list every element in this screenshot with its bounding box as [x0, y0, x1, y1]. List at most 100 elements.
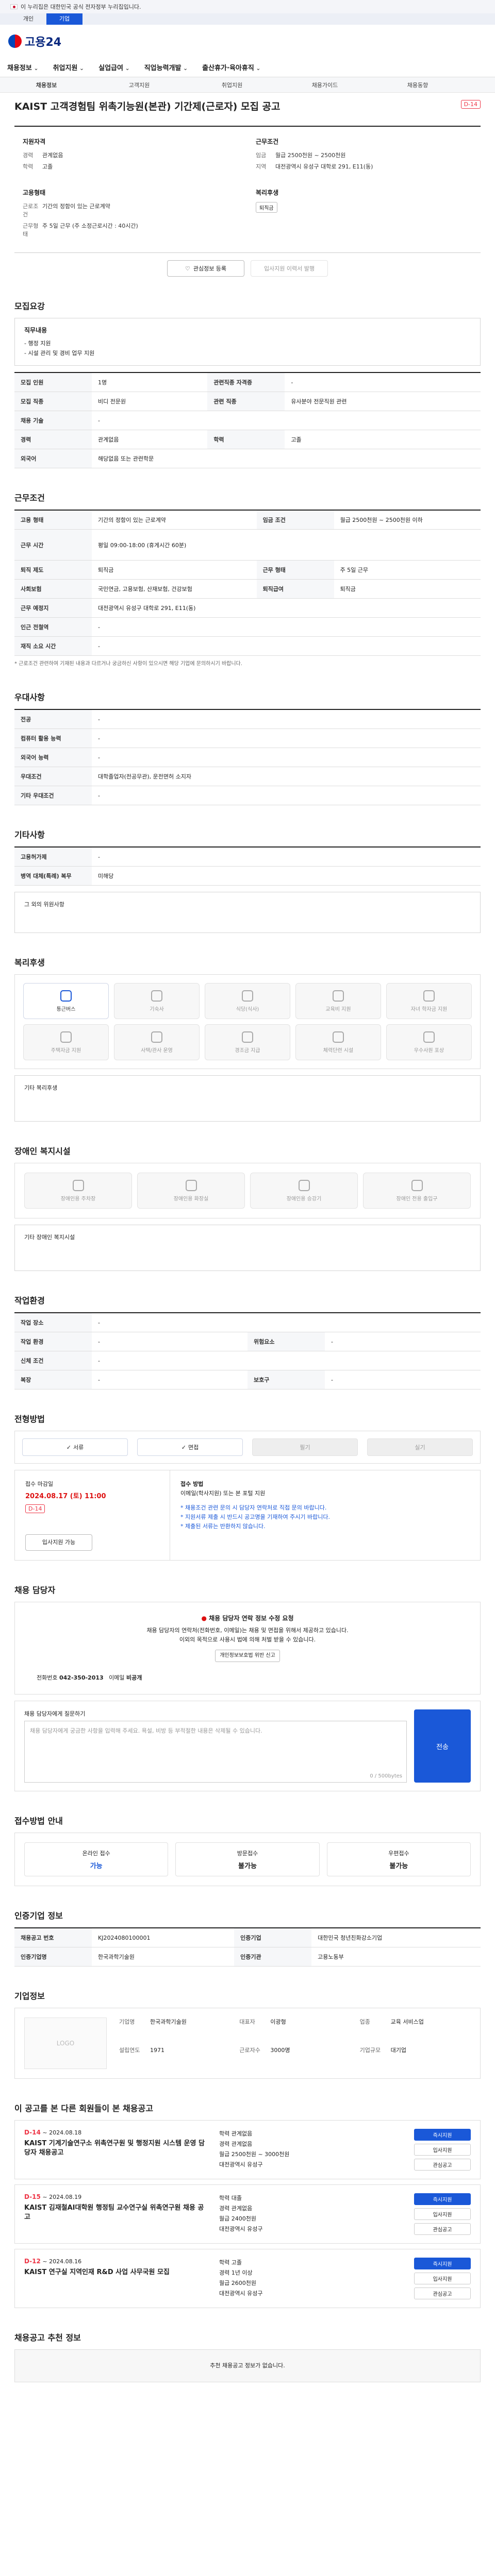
card-meta: 학력 관계없음 [219, 2130, 253, 2137]
action-row: ♡ 관심정보 등록 입사지원 이력서 발행 [14, 260, 481, 277]
apply-button[interactable]: 입사지원 [414, 2208, 471, 2220]
welfare-label: 자녀 학자금 지원 [410, 1006, 448, 1012]
parking-icon [72, 1179, 84, 1191]
table-row: 복장 - 보호구 - [14, 1370, 481, 1389]
quick-apply-button[interactable]: 즉시지원 [414, 2193, 471, 2205]
job-card[interactable]: D-12 ~ 2024.08.16 KAIST 연구실 지역인재 R&D 사업 사… [14, 2249, 481, 2308]
question-input[interactable]: 채용 담당자에게 궁금한 사항을 입력해 주세요. 욕설, 비방 등 부적절한 … [24, 1721, 407, 1783]
company-value: 3000명 [270, 2047, 290, 2054]
summary-value: 대전광역시 유성구 대학로 291, E11(동) [275, 163, 373, 170]
table-head: 근무 시간 [14, 529, 92, 561]
apply-link[interactable]: * 채용조건 관련 문의 시 담당자 연락처로 직접 문의 바랍니다. [180, 1503, 470, 1513]
process-step: ✓ 면접 [137, 1438, 243, 1456]
job-card-main: D-15 ~ 2024.08.19 KAIST 김재철AI대학원 행정팀 교수연구… [24, 2193, 210, 2235]
table-cell: 대전광역시 유성구 대학로 291, E11(동) [92, 598, 481, 618]
method-item: 우편접수 불가능 [326, 1842, 471, 1876]
table-row: 작업 장소 - [14, 1313, 481, 1332]
bookmark-button[interactable]: 관심공고 [414, 2159, 471, 2171]
table-row: 모집 인원 1명 관련직종 자격증 - [14, 372, 481, 392]
table-cell: 기간의 정함이 있는 근로계약 [92, 510, 257, 530]
welfare-label: 우수사원 포상 [414, 1047, 444, 1054]
scrap-button[interactable]: ♡ 관심정보 등록 [167, 260, 244, 277]
summary-value: 주 5일 근무 (주 소정근로시간 : 40시간) [42, 223, 138, 229]
contact-notice-title: 채용 담당자 연락 정보 수정 요청 [209, 1615, 294, 1622]
disabled-label: 장애인용 승강기 [286, 1196, 322, 1202]
card-title[interactable]: KAIST 김재철AI대학원 행정팀 교수연구실 위촉연구원 채용 공고 [24, 2204, 210, 2222]
tab-company[interactable]: 기업 [46, 13, 82, 25]
question-box: 채용 담당자에게 질문하기 채용 담당자에게 궁금한 사항을 입력해 주세요. … [14, 1701, 481, 1791]
send-button[interactable]: 전송 [414, 1709, 471, 1783]
welfare-label: 식당(식사) [236, 1006, 259, 1012]
nav-unemployment[interactable]: 실업급여 [98, 62, 130, 72]
duty-line: - 행정 지원 [24, 340, 51, 347]
quick-apply-button[interactable]: 즉시지원 [414, 2258, 471, 2269]
subnav-item[interactable]: 고객지원 [93, 81, 186, 89]
disabled-item: 장애인용 주차장 [24, 1173, 132, 1209]
section-title: 채용공고 추천 정보 [14, 2333, 81, 2343]
bookmark-button[interactable]: 관심공고 [414, 2287, 471, 2299]
apply-link[interactable]: * 제출된 서류는 반환하지 않습니다. [180, 1522, 470, 1531]
subnav-item[interactable]: 채용동향 [371, 81, 464, 89]
site-logo[interactable]: 고용24 [8, 33, 61, 49]
subnav-item[interactable]: 취업지원 [186, 81, 278, 89]
process-label: 실기 [415, 1444, 425, 1451]
contact-notice-line: 채용 담당자의 연락처(전화번호, 이메일)는 채용 및 면접을 위해서 제공하… [146, 1627, 349, 1634]
apply-button[interactable]: 입사지원 가능 [25, 1534, 92, 1551]
table-head: 학력 [207, 430, 285, 449]
nav-training[interactable]: 직업능력개발 [144, 62, 188, 72]
process-label: 서류 [73, 1444, 84, 1451]
table-cell: - [325, 1332, 481, 1351]
nav-jobs[interactable]: 채용정보 [7, 62, 39, 72]
table-head: 우대조건 [14, 767, 92, 786]
table-cell: - [92, 748, 481, 767]
job-card[interactable]: D-15 ~ 2024.08.19 KAIST 김재철AI대학원 행정팀 교수연구… [14, 2184, 481, 2244]
nav-support[interactable]: 취업지원 [53, 62, 85, 72]
apply-button[interactable]: 입사지원 [414, 2144, 471, 2156]
summary-row: 근로조건 기간의 정함이 있는 근로계약 [23, 202, 248, 218]
table-head: 사회보험 [14, 579, 92, 599]
table-cell: 한국과학기술원 [92, 1947, 235, 1967]
method-name: 온라인 접수 [82, 1850, 110, 1857]
nav-leave[interactable]: 출산휴가·육아휴직 [202, 62, 260, 72]
section-title: 전형방법 [14, 1414, 45, 1424]
report-button[interactable]: 개인정보보호법 위반 신고 [215, 1650, 280, 1662]
summary-heading: 지원자격 [23, 138, 46, 145]
tab-personal[interactable]: 개인 [10, 13, 46, 25]
disabled-item: 장애인용 화장실 [137, 1173, 245, 1209]
company-key: 기업규모 [359, 2047, 381, 2054]
welfare-label: 통근버스 [56, 1006, 76, 1012]
apply-button[interactable]: 입사지원 [414, 2273, 471, 2284]
table-head: 고용 형태 [14, 510, 92, 530]
table-head: 채용공고 번호 [14, 1928, 92, 1947]
card-title[interactable]: KAIST 기계기술연구소 위촉연구원 및 행정지원 시스템 운영 담당자 채용… [24, 2139, 210, 2158]
table-head: 관련 직종 [207, 392, 285, 411]
card-meta: 경력 관계없음 [219, 2141, 253, 2147]
table-row: 전공 - [14, 709, 481, 729]
share-label: 입사지원 이력서 발행 [263, 265, 315, 272]
table-head: 재직 소요 시간 [14, 636, 92, 656]
table-row: 인근 전철역 - [14, 617, 481, 637]
quick-apply-button[interactable]: 즉시지원 [414, 2129, 471, 2141]
card-meta: 대전광역시 유성구 [219, 2226, 263, 2232]
email-key: 이메일 [109, 1674, 125, 1681]
table-cell: 비디 전문원 [92, 392, 208, 411]
recommend-empty: 추천 채용공고 정보가 없습니다. [14, 2349, 481, 2382]
subnav-item[interactable]: 채용정보 [0, 81, 93, 89]
share-button[interactable]: 입사지원 이력서 발행 [251, 260, 328, 277]
scrap-label: 관심정보 등록 [193, 265, 227, 272]
company-value: 한국과학기술원 [150, 2019, 187, 2025]
apply-link[interactable]: * 지원서류 제출 시 반드시 공고명을 기재하여 주시기 바랍니다. [180, 1513, 470, 1522]
section-title: 근무조건 [14, 493, 45, 503]
card-title[interactable]: KAIST 연구실 지역인재 R&D 사업 사무국원 모집 [24, 2268, 210, 2277]
table-head: 인근 전철역 [14, 617, 92, 637]
process-steps: ✓ 서류 ✓ 면접 필기 실기 [14, 1431, 481, 1464]
gift-icon [242, 1031, 253, 1043]
summary-heading: 고용형태 [23, 189, 46, 196]
table-row: 근무 시간 평일 09:00-18:00 (휴게시간 60분) [14, 529, 481, 561]
info-table: 채용공고 번호 KJ2024080100001 인증기업 대한민국 청년친화강소기업 … [14, 1927, 481, 1967]
bookmark-button[interactable]: 관심공고 [414, 2223, 471, 2235]
subnav-item[interactable]: 채용가이드 [278, 81, 371, 89]
job-card[interactable]: D-14 ~ 2024.08.18 KAIST 기계기술연구소 위촉연구원 및 행… [14, 2120, 481, 2179]
disabled-note: 기타 장애인 복지시설 [24, 1234, 75, 1241]
company-field: 대표자 이광형 [239, 2018, 350, 2041]
